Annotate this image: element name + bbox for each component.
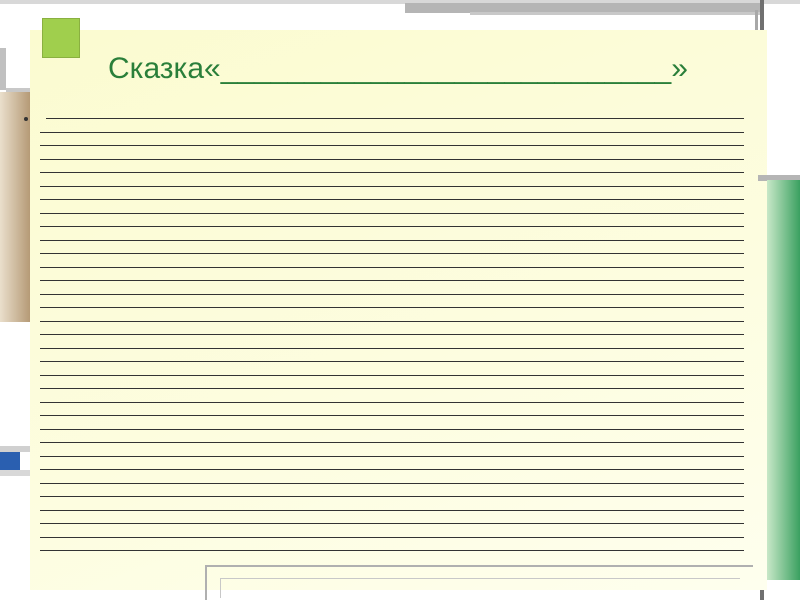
- writing-line: [40, 348, 744, 349]
- writing-line: [40, 159, 744, 160]
- title-suffix: »: [671, 52, 688, 85]
- writing-line: [40, 361, 744, 362]
- writing-line: [40, 145, 744, 146]
- left-accent-1: [0, 48, 6, 90]
- writing-lines: [40, 118, 744, 564]
- writing-line: [40, 199, 744, 200]
- writing-line: [40, 280, 744, 281]
- writing-line: [40, 307, 744, 308]
- writing-line: [40, 510, 744, 511]
- writing-line: [40, 334, 744, 335]
- writing-line: [40, 226, 744, 227]
- writing-line: [40, 375, 744, 376]
- writing-line: [40, 550, 744, 551]
- writing-line: [40, 537, 744, 538]
- writing-line: [40, 496, 744, 497]
- writing-line: [40, 483, 744, 484]
- left-brown-panel: [0, 92, 30, 322]
- top-border-line: [470, 12, 760, 15]
- writing-line: [40, 321, 744, 322]
- bullet-dot: [24, 117, 28, 121]
- writing-line: [40, 294, 744, 295]
- writing-line: [40, 402, 744, 403]
- writing-line: [40, 213, 744, 214]
- writing-line: [40, 469, 744, 470]
- right-green-panel: [767, 180, 800, 580]
- title-decoration-square: [42, 18, 80, 58]
- writing-line: [40, 240, 744, 241]
- title-prefix: Сказка«: [108, 52, 221, 85]
- writing-line: [40, 172, 744, 173]
- slide-title: Сказка«___________________________»: [108, 52, 688, 86]
- title-blank: ___________________________: [221, 52, 671, 85]
- writing-line: [40, 442, 744, 443]
- bottom-panel-inner: [220, 578, 740, 598]
- writing-line: [40, 253, 744, 254]
- left-blue-panel: [0, 452, 20, 470]
- left-blue-bottom-accent: [0, 470, 30, 476]
- writing-line: [40, 456, 744, 457]
- writing-line: [40, 523, 744, 524]
- writing-line: [40, 186, 744, 187]
- writing-line: [40, 415, 744, 416]
- writing-line: [46, 118, 744, 119]
- writing-line: [40, 429, 744, 430]
- writing-line: [40, 132, 744, 133]
- writing-line: [40, 267, 744, 268]
- writing-line: [40, 388, 744, 389]
